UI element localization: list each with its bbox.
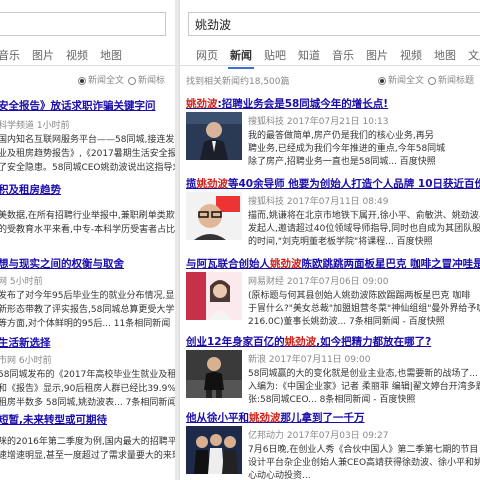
- news-title-link[interactable]: 他从徐小平和姚劲波那儿拿到了一千万: [186, 410, 365, 425]
- left-result-3: 想与现实之间的权衡与取舍 网 5小时前 发布了对今年95后毕业生的就业分布情况,…: [0, 256, 175, 329]
- left-result-title[interactable]: 安全报告》放话求职诈骗关键字问: [0, 98, 156, 113]
- left-search-options: 新闻全文 新闻标: [0, 71, 175, 87]
- right-browser-panel: 姚劲波 网页 新闻 贴吧 知道 音乐 图片 视频 地图 文库 找到相关新闻约18…: [179, 0, 480, 480]
- search-tab-bar: 网页 新闻 贴吧 知道 音乐 图片 视频 地图 文库: [180, 43, 480, 69]
- radio-selected-icon: [78, 76, 86, 85]
- left-result-5: 短暂,未来转型或可期待 咪的2016年第二季度为例,国内最大的招聘平台 速增速明…: [0, 412, 175, 461]
- radio-unselected-icon: [128, 76, 136, 85]
- news-title-link[interactable]: 与阿瓦联合创始人姚劲波陈欧跳跳两面板星巴克 咖啡之冒冲哇是什么?: [186, 256, 480, 271]
- tab-tieba[interactable]: 贴吧: [264, 47, 286, 63]
- radio-selected-icon: [378, 76, 386, 85]
- left-option-title[interactable]: 新闻标: [128, 73, 165, 86]
- left-tab-map[interactable]: 地图: [100, 47, 122, 63]
- left-tab-music[interactable]: 音乐: [0, 47, 20, 63]
- left-search-input[interactable]: [0, 12, 166, 36]
- news-thumbnail[interactable]: [186, 192, 242, 240]
- news-title-link[interactable]: 创业12年身家百亿的姚劲波,如今把精力都放在哪了?: [186, 334, 431, 349]
- radio-unselected-icon: [428, 76, 436, 85]
- tab-video[interactable]: 视频: [400, 47, 422, 63]
- tab-news[interactable]: 新闻: [228, 47, 254, 69]
- left-browser-panel: 音乐 图片 视频 地图 新闻全文 新闻标 安全报告》放话求职诈骗关键字问 科学频…: [0, 0, 175, 480]
- news-title-link[interactable]: 揽姚劲波等40余导师 他要为创始人打造个人品牌 10日获近百份报名...: [186, 176, 480, 191]
- news-result-4: 创业12年身家百亿的姚劲波,如今把精力都放在哪了? 新浪 2017年07月11日…: [186, 334, 480, 405]
- news-result-3: 与阿瓦联合创始人姚劲波陈欧跳跳两面板星巴克 咖啡之冒冲哇是什么? 网易财经 20…: [180, 256, 480, 328]
- news-result-5: 他从徐小平和姚劲波那儿拿到了一千万 亿邦动力 2017年07月03日 09:27…: [186, 410, 480, 480]
- left-result-title[interactable]: 生活新选择: [0, 335, 51, 350]
- tab-zhidao[interactable]: 知道: [298, 47, 320, 63]
- news-thumbnail[interactable]: [186, 272, 242, 320]
- left-result-title[interactable]: 短暂,未来转型或可期待: [0, 412, 107, 427]
- left-tab-images[interactable]: 图片: [32, 47, 54, 63]
- search-options-row: 找到相关新闻约18,500篇 新闻全文 新闻标题: [180, 71, 480, 87]
- left-result-1: 安全报告》放话求职诈骗关键字问 科学频道 1小时前 国内知名互联网服务平台——5…: [0, 98, 175, 173]
- tab-music[interactable]: 音乐: [332, 47, 354, 63]
- news-thumbnail[interactable]: [186, 350, 242, 398]
- tab-map[interactable]: 地图: [434, 47, 456, 63]
- left-option-fulltext[interactable]: 新闻全文: [78, 73, 124, 86]
- tab-images[interactable]: 图片: [366, 47, 388, 63]
- news-title-link[interactable]: 姚劲波:招聘业务会是58同城今年的增长点!: [186, 96, 388, 111]
- tab-wenku[interactable]: 文库: [468, 47, 480, 63]
- news-thumbnail[interactable]: [186, 426, 242, 474]
- left-result-title[interactable]: 想与现实之间的权衡与取舍: [0, 256, 124, 271]
- left-result-title[interactable]: 积及租房趋势: [0, 182, 61, 197]
- left-result-2: 积及租房趋势 美数据,在所有招聘行业举报中,兼职刷单类欺诈 的受教育水平来看,中…: [0, 182, 175, 235]
- left-result-4: 生活新选择 市网 6小时前 58同城发布的《2017年高校毕业生就业及租 和《报…: [0, 335, 175, 408]
- search-input[interactable]: 姚劲波: [188, 12, 480, 36]
- news-thumbnail[interactable]: [186, 112, 242, 160]
- tab-web[interactable]: 网页: [196, 47, 218, 63]
- left-tab-video[interactable]: 视频: [66, 47, 88, 63]
- option-fulltext[interactable]: 新闻全文: [378, 73, 424, 86]
- result-count: 找到相关新闻约18,500篇: [186, 77, 290, 87]
- left-tab-bar: 音乐 图片 视频 地图: [0, 43, 175, 66]
- news-result-2: 揽姚劲波等40余导师 他要为创始人打造个人品牌 10日获近百份报名... 搜狐科…: [180, 176, 480, 248]
- option-title[interactable]: 新闻标题: [428, 73, 474, 86]
- news-result-1: 姚劲波:招聘业务会是58同城今年的增长点! 搜狐科技 2017年07月21日 1…: [186, 96, 446, 167]
